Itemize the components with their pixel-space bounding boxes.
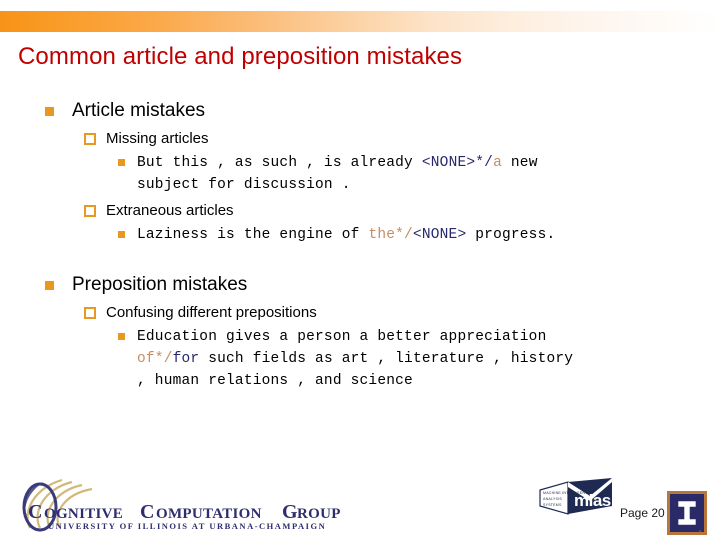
square-bullet-icon	[45, 107, 54, 116]
subsection-extraneous-articles: Extraneous articles	[0, 200, 720, 221]
section-heading-label: Preposition mistakes	[72, 274, 248, 295]
annotation-correction-token: for	[172, 351, 200, 367]
square-bullet-icon	[45, 281, 54, 290]
annotation-none-token: <NONE>*/	[421, 155, 494, 171]
svg-text:OGNITIVE: OGNITIVE	[44, 506, 123, 522]
example-text-line1: Education gives a person a better apprec…	[137, 329, 547, 345]
svg-text:UNIVERSITY OF ILLINOIS AT URBA: UNIVERSITY OF ILLINOIS AT URBANA-CHAMPAI…	[48, 521, 326, 531]
svg-text:MACHINE INTELLIGENT: MACHINE INTELLIGENT	[543, 491, 588, 495]
svg-text:ROUP: ROUP	[297, 506, 341, 522]
illinois-logo-graphic: ® I	[667, 491, 707, 535]
subsection-label: Missing articles	[106, 130, 209, 147]
section-heading-preposition-mistakes: Preposition mistakes	[0, 272, 720, 298]
example-extraneous-articles: Laziness is the engine of the*/<NONE> pr…	[0, 224, 720, 246]
svg-text:C: C	[140, 501, 154, 523]
slide-title: Common article and preposition mistakes	[18, 43, 463, 70]
example-text-line3: , human relations , and science	[137, 373, 413, 389]
example-text-plain: Laziness is the engine of	[137, 227, 369, 243]
hollow-square-bullet-icon	[84, 133, 96, 145]
section-heading-label: Article mistakes	[72, 100, 206, 121]
example-text-line2: subject for discussion .	[137, 177, 351, 193]
subsection-label: Confusing different prepositions	[106, 304, 317, 321]
example-text-tail: progress.	[466, 227, 556, 243]
svg-text:SYSTEMS: SYSTEMS	[543, 503, 562, 507]
example-text-line2-tail: such fields as art , literature , histor…	[199, 351, 574, 367]
page-number: Page 20	[620, 506, 665, 520]
small-square-bullet-icon	[118, 333, 125, 340]
small-square-bullet-icon	[118, 231, 125, 238]
small-square-bullet-icon	[118, 159, 125, 166]
example-missing-articles: But this , as such , is already <NONE>*/…	[0, 152, 720, 196]
subsection-missing-articles: Missing articles	[0, 128, 720, 149]
slide-canvas: Common article and preposition mistakes …	[0, 0, 720, 540]
svg-text:OMPUTATION: OMPUTATION	[156, 506, 262, 522]
hollow-square-bullet-icon	[84, 205, 96, 217]
example-confusing-prepositions: Education gives a person a better apprec…	[0, 326, 720, 392]
slide-footer: C OGNITIVE C OMPUTATION G ROUP UNIVERSIT…	[0, 470, 720, 540]
cognitive-computation-group-logo: C OGNITIVE C OMPUTATION G ROUP UNIVERSIT…	[14, 476, 354, 532]
svg-text:G: G	[282, 501, 298, 523]
header-gradient-band	[0, 11, 720, 32]
mias-logo-graphic: mias MACHINE INTELLIGENT ANALYSIS SYSTEM…	[539, 478, 612, 515]
ccg-logo-graphic: C OGNITIVE C OMPUTATION G ROUP UNIVERSIT…	[22, 478, 341, 532]
mias-logo: mias MACHINE INTELLIGENT ANALYSIS SYSTEM…	[534, 476, 618, 522]
subsection-confusing-prepositions: Confusing different prepositions	[0, 302, 720, 323]
example-text-tail: new	[501, 155, 538, 171]
annotation-original-token: of*/	[137, 351, 173, 367]
annotation-none-token: <NONE>	[412, 227, 467, 243]
hollow-square-bullet-icon	[84, 307, 96, 319]
illinois-block-i-logo: ® I	[667, 491, 707, 535]
annotation-original-token: the*/	[368, 227, 413, 243]
section-heading-article-mistakes: Article mistakes	[0, 98, 720, 124]
annotation-correction-token: a	[493, 155, 502, 171]
subsection-label: Extraneous articles	[106, 202, 234, 219]
svg-text:C: C	[28, 501, 43, 523]
svg-text:®: ®	[699, 530, 702, 534]
svg-text:ANALYSIS: ANALYSIS	[543, 497, 562, 501]
slide-body: Article mistakes Missing articles But th…	[0, 98, 720, 392]
example-text-plain: But this , as such , is already	[137, 155, 422, 171]
